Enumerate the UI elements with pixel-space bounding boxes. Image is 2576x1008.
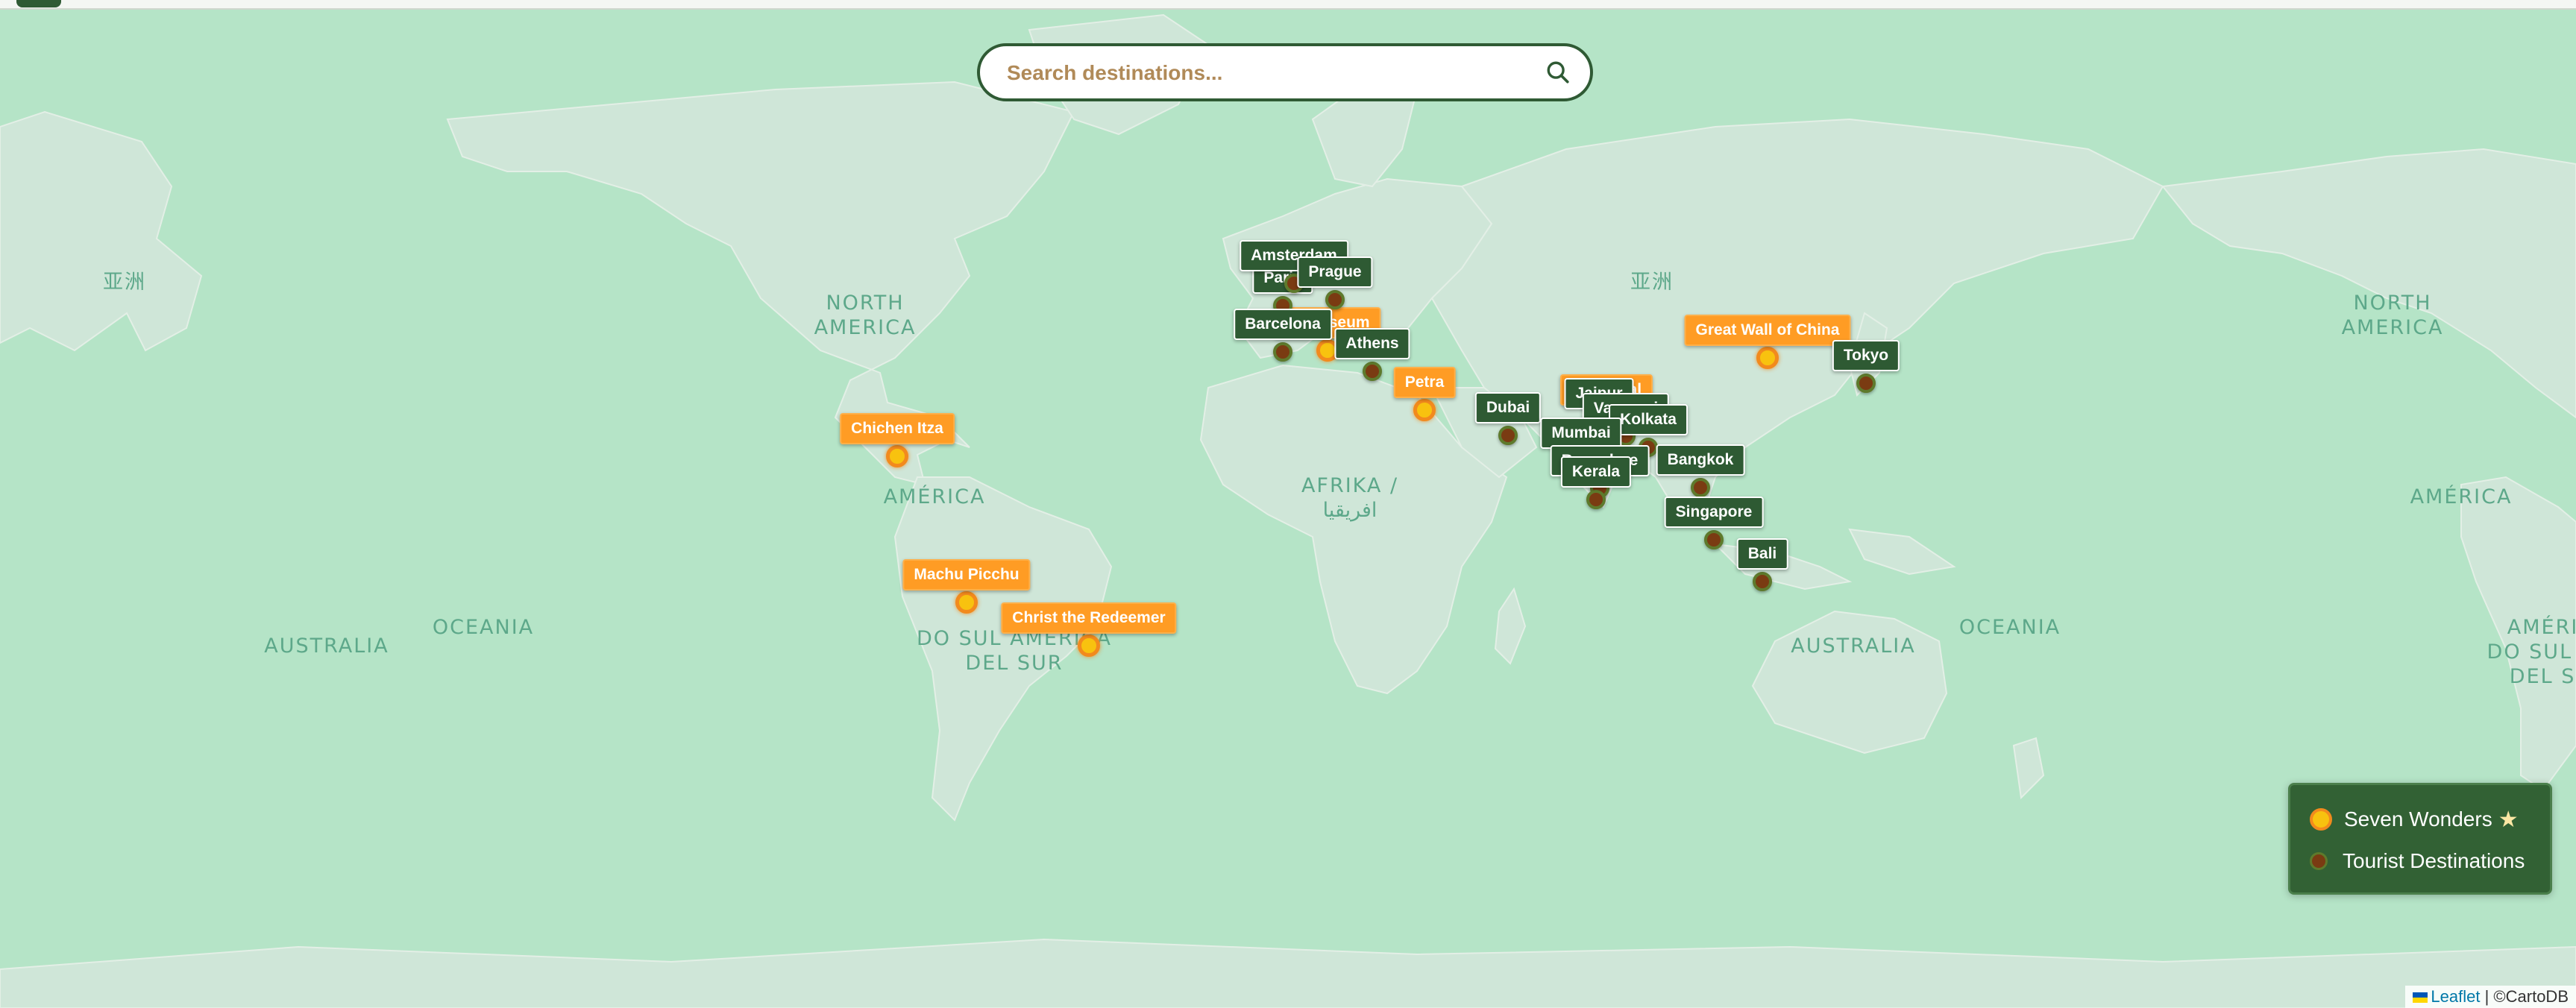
- geo-label: AUSTRALIA: [1791, 634, 1916, 658]
- geo-label: AMÉRICDO SUL AMDEL SU: [2487, 616, 2576, 688]
- tourist-marker-icon[interactable]: [1498, 426, 1518, 445]
- wonder-marker-icon: [2310, 808, 2332, 831]
- tourist-marker-icon[interactable]: [1704, 530, 1724, 549]
- legend-wonders-label: Seven Wonders: [2344, 807, 2492, 831]
- search-icon[interactable]: [1545, 60, 1571, 85]
- marker-label[interactable]: Chichen Itza: [840, 413, 955, 444]
- tourist-marker-icon: [2310, 852, 2328, 870]
- attribution-separator: |: [2480, 987, 2494, 1006]
- marker-label[interactable]: Kerala: [1560, 456, 1632, 488]
- map-legend: Seven Wonders ★ Tourist Destinations: [2288, 783, 2552, 895]
- geo-label: NORTH AMERICA: [2341, 292, 2444, 339]
- tourist-marker-icon[interactable]: [1753, 572, 1772, 591]
- star-icon: ★: [2498, 807, 2519, 832]
- wonder-marker-icon[interactable]: [955, 591, 978, 614]
- ukraine-flag-icon: [2413, 992, 2428, 1004]
- geo-label: AFRIKA / افريقيا: [1301, 474, 1399, 522]
- legend-row-tourist: Tourist Destinations: [2310, 846, 2525, 876]
- attribution-provider: ©CartoDB: [2493, 987, 2569, 1006]
- legend-row-wonders: Seven Wonders ★: [2310, 804, 2519, 834]
- marker-label[interactable]: Barcelona: [1234, 309, 1332, 340]
- wonder-marker-icon[interactable]: [1756, 347, 1779, 369]
- marker-label[interactable]: Mumbai: [1540, 418, 1622, 449]
- wonder-marker-icon[interactable]: [1078, 634, 1100, 657]
- top-bar: [0, 0, 2576, 10]
- menu-button[interactable]: [16, 0, 61, 7]
- map-attribution: Leaflet | ©CartoDB: [2405, 986, 2576, 1008]
- geo-label: OCEANIA: [432, 616, 535, 639]
- marker-label[interactable]: Athens: [1334, 328, 1410, 359]
- tourist-marker-icon[interactable]: [1363, 362, 1382, 381]
- geo-label: 亚洲: [1630, 271, 1674, 294]
- leaflet-link[interactable]: Leaflet: [2431, 987, 2480, 1006]
- marker-label[interactable]: Christ the Redeemer: [1001, 602, 1177, 634]
- tourist-marker-icon[interactable]: [1273, 342, 1292, 362]
- marker-label[interactable]: Bali: [1736, 538, 1788, 570]
- marker-label[interactable]: Machu Picchu: [902, 559, 1031, 590]
- world-map[interactable]: [0, 0, 2576, 1008]
- marker-label[interactable]: Bangkok: [1656, 444, 1745, 476]
- geo-label: 亚洲: [103, 271, 146, 294]
- marker-label[interactable]: Great Wall of China: [1684, 315, 1851, 346]
- tourist-marker-icon[interactable]: [1691, 478, 1710, 497]
- wonder-marker-icon[interactable]: [886, 445, 908, 467]
- geo-label: AMÉRICA: [883, 485, 986, 508]
- marker-label[interactable]: Prague: [1297, 256, 1373, 288]
- geo-label: AMÉRICA: [2410, 485, 2513, 508]
- tourist-marker-icon[interactable]: [1325, 290, 1345, 309]
- marker-label[interactable]: Dubai: [1474, 392, 1542, 423]
- search-bar: [977, 43, 1593, 101]
- legend-tourist-label: Tourist Destinations: [2343, 849, 2525, 872]
- geo-label: NORTH AMERICA: [814, 292, 917, 339]
- tourist-marker-icon[interactable]: [1856, 374, 1876, 393]
- marker-label[interactable]: Tokyo: [1832, 340, 1900, 371]
- tourist-marker-icon[interactable]: [1586, 490, 1606, 509]
- geo-label: OCEANIA: [1958, 616, 2061, 639]
- search-input[interactable]: [1005, 46, 1515, 100]
- wonder-marker-icon[interactable]: [1413, 399, 1436, 421]
- geo-label: AUSTRALIA: [264, 634, 389, 658]
- marker-label[interactable]: Singapore: [1664, 497, 1764, 528]
- marker-label[interactable]: Petra: [1393, 367, 1456, 398]
